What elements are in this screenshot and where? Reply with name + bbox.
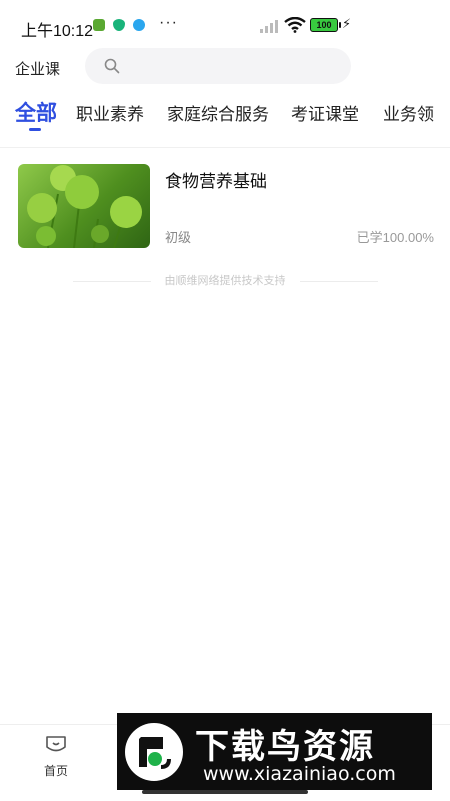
more-notifications-icon: ··· [159, 14, 178, 31]
divider-right [299, 280, 378, 282]
nav-home-label: 首页 [43, 764, 68, 778]
tab-professional-quality[interactable]: 职业素养 [76, 100, 144, 125]
tabs-divider [0, 147, 450, 148]
watermark-url: www.xiazainiao.com [203, 763, 396, 785]
browser-icon [133, 19, 145, 31]
app-notification-icon [93, 19, 105, 31]
active-tab-indicator [29, 128, 41, 131]
tab-all[interactable]: 全部 [15, 97, 57, 127]
signal-icon [260, 20, 278, 33]
charging-icon: ⚡ [342, 16, 352, 31]
battery-icon: 100 [310, 18, 341, 32]
watermark-logo [125, 723, 183, 781]
watermark: 下载鸟资源 www.xiazainiao.com [117, 713, 432, 790]
top-bar: 企业课 [0, 48, 450, 88]
flower-image [27, 165, 142, 248]
home-indicator [142, 790, 308, 794]
powered-by-note: 由顺维网络提供技术支持 [0, 272, 450, 288]
nav-home[interactable]: 首页 [36, 735, 76, 779]
category-tabs: 全部 职业素养 家庭综合服务 考证课堂 业务领 [0, 96, 450, 136]
course-thumbnail [18, 164, 150, 248]
brand-title: 企业课 [15, 61, 61, 78]
tab-certificate-class[interactable]: 考证课堂 [291, 100, 359, 125]
search-input[interactable] [85, 48, 351, 84]
home-icon [46, 736, 66, 752]
status-time: 上午10:12 [21, 23, 94, 40]
watermark-title: 下载鸟资源 [195, 727, 375, 767]
status-bar: 上午10:12 ··· 100 ⚡ [0, 0, 450, 48]
powered-by-text: 由顺维网络提供技术支持 [164, 275, 286, 287]
tab-family-services[interactable]: 家庭综合服务 [167, 100, 269, 125]
search-icon [104, 58, 120, 74]
tab-business[interactable]: 业务领 [383, 100, 434, 125]
wifi-icon [284, 17, 306, 33]
course-card[interactable]: 食物营养基础 初级 已学100.00% [18, 164, 436, 250]
course-progress: 已学100.00% [356, 230, 434, 245]
divider-left [72, 280, 151, 282]
bird-logo-icon [139, 737, 171, 769]
course-level: 初级 [165, 230, 192, 245]
course-title: 食物营养基础 [165, 172, 267, 191]
shield-icon [113, 19, 125, 31]
status-app-icons [93, 19, 145, 31]
